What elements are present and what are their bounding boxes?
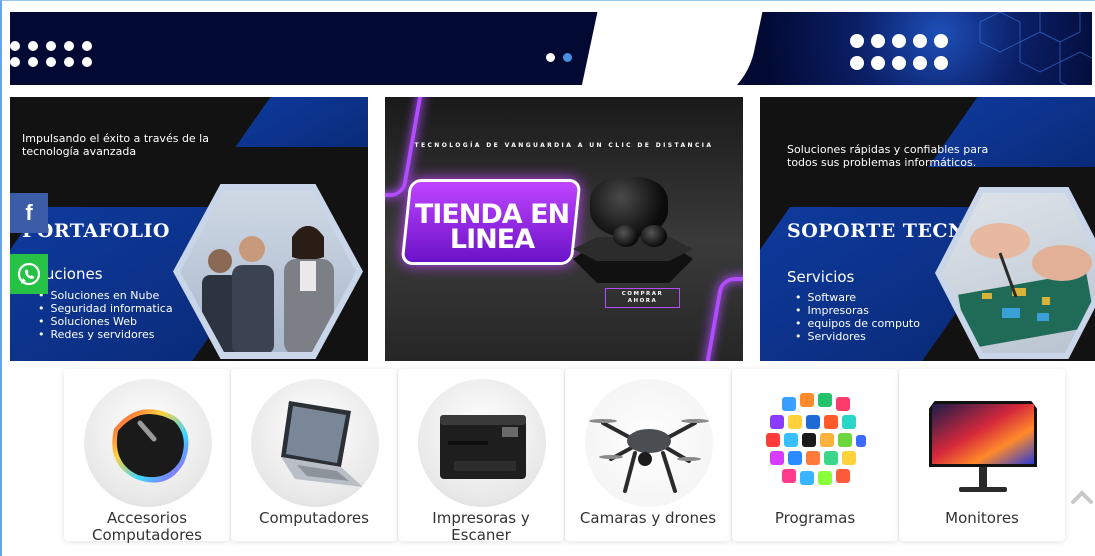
category-card-impresoras[interactable]: Impresoras y Escaner — [398, 369, 564, 544]
list-item: Seguridad informatica — [38, 302, 173, 315]
list-item: Impresoras — [795, 304, 920, 317]
list-item: Servidores — [795, 330, 920, 343]
tienda-title: TIENDA EN LINEA — [414, 199, 570, 255]
app-icons-sphere-image — [752, 379, 880, 507]
banner-blue-corner — [235, 97, 368, 147]
banner-subheading: Servicios — [787, 268, 855, 286]
banner-portafolio[interactable]: Impulsando el éxito a través de la tecno… — [10, 97, 368, 361]
category-card-monitores[interactable]: Monitores — [899, 369, 1065, 541]
banner-tagline: Soluciones rápidas y confiables para tod… — [787, 143, 989, 169]
banner-list: Soluciones en Nube Seguridad informatica… — [38, 289, 173, 341]
drone-image — [585, 379, 713, 507]
facebook-button[interactable]: f — [10, 193, 48, 233]
banner-soporte-tecnico[interactable]: Soluciones rápidas y confiables para tod… — [760, 97, 1095, 361]
banner-tagline: Impulsando el éxito a través de la tecno… — [22, 132, 209, 158]
laptop-image — [251, 379, 379, 507]
list-item: Redes y servidores — [38, 328, 173, 341]
facebook-icon: f — [25, 200, 33, 225]
banner-tienda-en-linea[interactable]: TECNOLOGÍA DE VANGUARDIA A UN CLIC DE DI… — [385, 97, 743, 361]
hero-white-shape — [576, 12, 769, 85]
category-card-camaras[interactable]: Camaras y drones — [565, 369, 731, 541]
hex-network-decoration — [979, 12, 1092, 85]
store-tagline: TECNOLOGÍA DE VANGUARDIA A UN CLIC DE DI… — [414, 142, 714, 149]
list-item: Software — [795, 291, 920, 304]
printer-image — [418, 379, 546, 507]
whatsapp-icon — [17, 262, 41, 286]
monitor-image — [919, 379, 1047, 507]
category-label: Camaras y drones — [579, 509, 717, 527]
earbud-left — [613, 225, 639, 247]
earbud-right — [641, 225, 667, 247]
slider-dot-2[interactable] — [563, 53, 572, 62]
slider-pagination — [546, 53, 572, 62]
whatsapp-button[interactable] — [10, 254, 48, 294]
list-item: Soluciones en Nube — [38, 289, 173, 302]
category-label: Accesorios Computadores — [92, 509, 202, 544]
category-grid: Accesorios Computadores Computadores Imp… — [64, 369, 1065, 556]
hero-dots-left — [10, 41, 93, 67]
category-label: Monitores — [945, 509, 1019, 527]
list-item: Soluciones Web — [38, 315, 173, 328]
hero-slider[interactable] — [10, 12, 1092, 85]
category-card-accesorios[interactable]: Accesorios Computadores — [64, 369, 230, 544]
gaming-mouse-image — [84, 379, 212, 507]
neon-frame-right — [699, 277, 743, 361]
banner-list: Software Impresoras equipos de computo S… — [795, 291, 920, 343]
comprar-ahora-button[interactable]: COMPRAR AHORA — [605, 288, 680, 308]
hero-dots-right — [850, 34, 948, 70]
slider-dot-1[interactable] — [546, 53, 555, 62]
category-card-programas[interactable]: Programas — [732, 369, 898, 541]
scroll-to-top-chevron-icon[interactable] — [1070, 485, 1094, 509]
category-label: Computadores — [259, 509, 369, 527]
category-label: Impresoras y Escaner — [432, 509, 530, 544]
list-item: equipos de computo — [795, 317, 920, 330]
category-label: Programas — [774, 509, 856, 527]
category-card-computadores[interactable]: Computadores — [231, 369, 397, 541]
